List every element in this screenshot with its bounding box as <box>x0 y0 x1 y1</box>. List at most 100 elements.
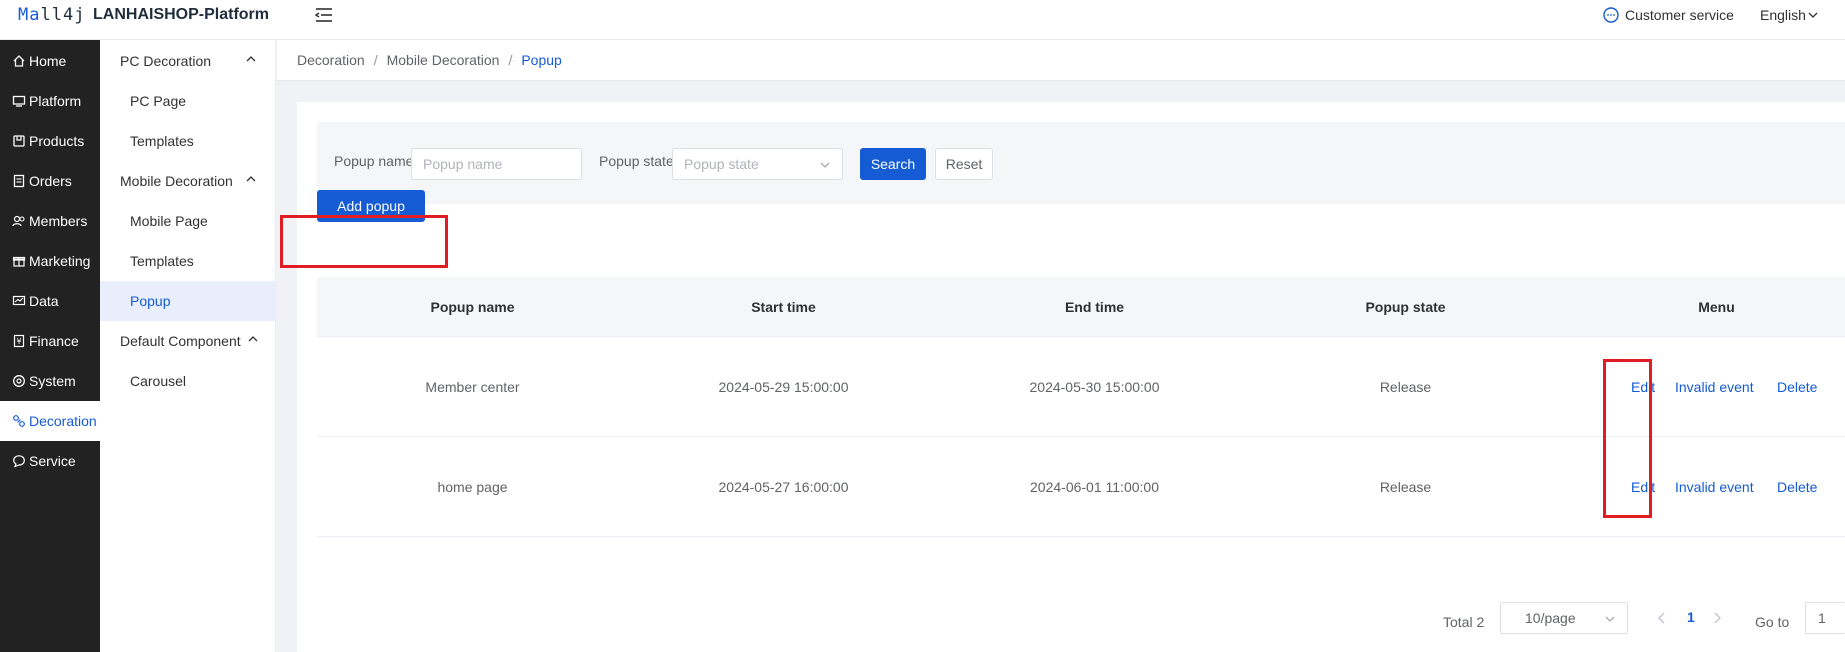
cell-start-time: 2024-05-27 16:00:00 <box>718 479 849 495</box>
home-icon <box>13 55 25 67</box>
breadcrumb-separator: / <box>373 52 378 68</box>
submenu-group-default-component[interactable]: Default Component <box>100 321 276 361</box>
submenu-item-label: Templates <box>130 253 194 269</box>
submenu-item-pc-page[interactable]: PC Page <box>100 81 276 121</box>
sidebar-item-finance[interactable]: ¥ Finance <box>0 321 100 361</box>
chevron-down-icon <box>820 162 830 168</box>
popup-name-input[interactable] <box>411 148 582 180</box>
page-number-current[interactable]: 1 <box>1687 609 1695 625</box>
delete-link[interactable]: Delete <box>1777 337 1817 437</box>
breadcrumb-item-mobile-decoration[interactable]: Mobile Decoration <box>387 52 500 68</box>
highlight-edit-column <box>1603 359 1652 518</box>
submenu-item-label: Popup <box>130 293 171 309</box>
cell-popup-state: Release <box>1379 379 1432 395</box>
sidebar-item-label: Products <box>29 133 85 149</box>
cell-popup-name: Member center <box>425 379 520 395</box>
cell-popup-name: home page <box>437 479 508 495</box>
sidebar-item-system[interactable]: System <box>0 361 100 401</box>
breadcrumb-item-popup: Popup <box>521 52 562 68</box>
sidebar-item-label: Orders <box>29 173 72 189</box>
language-label: English <box>1760 7 1806 23</box>
highlight-add-popup <box>280 215 448 268</box>
finance-icon: ¥ <box>13 334 25 348</box>
chevron-up-icon <box>246 56 256 62</box>
popup-state-select[interactable]: Popup state <box>672 148 843 180</box>
next-page-icon[interactable] <box>1710 609 1724 627</box>
page-size-select[interactable]: 10/page <box>1500 602 1628 634</box>
sidebar-item-label: Home <box>29 53 67 69</box>
breadcrumb-item-decoration[interactable]: Decoration <box>297 52 365 68</box>
column-header-popup-state: Popup state <box>1365 299 1446 315</box>
column-header-start-time: Start time <box>751 299 816 315</box>
reset-button[interactable]: Reset <box>935 148 993 180</box>
chevron-down-icon <box>1808 12 1818 18</box>
search-button[interactable]: Search <box>860 148 926 180</box>
sidebar-item-label: System <box>29 373 76 389</box>
sidebar-item-label: Marketing <box>29 253 91 269</box>
submenu-group-label: PC Decoration <box>120 53 212 69</box>
main-sidebar: Home Platform Products Orders Members Ma… <box>0 40 100 652</box>
goto-page-input[interactable] <box>1805 602 1845 634</box>
gear-icon <box>13 375 25 387</box>
cell-popup-state: Release <box>1379 479 1432 495</box>
submenu-group-label: Mobile Decoration <box>120 173 233 189</box>
goto-label: Go to <box>1755 614 1790 630</box>
submenu-item-mobile-templates[interactable]: Templates <box>100 241 276 281</box>
sidebar-item-data[interactable]: Data <box>0 281 100 321</box>
sidebar-item-label: Decoration <box>29 413 97 429</box>
prev-page-icon[interactable] <box>1655 609 1669 627</box>
submenu-item-label: Carousel <box>130 373 187 389</box>
sidebar-item-platform[interactable]: Platform <box>0 81 100 121</box>
chevron-down-icon <box>1605 616 1615 622</box>
column-header-menu: Menu <box>1698 299 1735 315</box>
cell-end-time: 2024-05-30 15:00:00 <box>1029 379 1160 395</box>
sidebar-item-decoration[interactable]: Decoration <box>0 401 100 441</box>
sidebar-item-label: Finance <box>29 333 79 349</box>
sidebar-item-label: Members <box>29 213 88 229</box>
submenu-item-carousel[interactable]: Carousel <box>100 361 276 401</box>
breadcrumb-separator: / <box>508 52 513 68</box>
submenu-group-label: Default Component <box>120 333 241 349</box>
document-icon <box>13 174 25 188</box>
column-header-popup-name: Popup name <box>430 299 515 315</box>
logo: Mall4j <box>18 5 86 25</box>
menu-collapse-icon[interactable] <box>313 6 335 24</box>
sidebar-item-orders[interactable]: Orders <box>0 161 100 201</box>
sidebar-item-members[interactable]: Members <box>0 201 100 241</box>
chart-icon <box>12 295 26 306</box>
popup-state-label: Popup state <box>599 153 674 169</box>
submenu-item-popup[interactable]: Popup <box>100 281 276 321</box>
app-title: LANHAISHOP-Platform <box>93 6 270 23</box>
sidebar-item-service[interactable]: Service <box>0 441 100 481</box>
delete-link[interactable]: Delete <box>1777 437 1817 537</box>
submenu-item-mobile-page[interactable]: Mobile Page <box>100 201 276 241</box>
sidebar-item-products[interactable]: Products <box>0 121 100 161</box>
brush-icon <box>13 415 25 427</box>
svg-text:¥: ¥ <box>16 337 21 346</box>
submenu-item-pc-templates[interactable]: Templates <box>100 121 276 161</box>
chevron-up-icon <box>248 336 258 342</box>
popup-name-label: Popup name <box>334 153 414 169</box>
customer-service-label: Customer service <box>1625 7 1734 23</box>
box-icon <box>13 135 25 147</box>
sidebar-item-marketing[interactable]: Marketing <box>0 241 100 281</box>
popup-state-placeholder: Popup state <box>684 156 759 172</box>
sidebar-item-label: Platform <box>29 93 82 109</box>
page-size-value: 10/page <box>1525 610 1576 626</box>
chat-bubble-icon <box>1603 7 1619 23</box>
invalid-event-link[interactable]: Invalid event <box>1675 437 1754 537</box>
chevron-up-icon <box>246 176 256 182</box>
submenu-group-mobile-decoration[interactable]: Mobile Decoration <box>100 161 276 201</box>
sidebar-item-home[interactable]: Home <box>0 41 100 81</box>
customer-service-link[interactable]: Customer service <box>1603 7 1734 23</box>
sub-menu: PC Decoration PC Page Templates Mobile D… <box>100 40 276 652</box>
table-header: Popup name Start time End time Popup sta… <box>317 277 1845 337</box>
column-header-end-time: End time <box>1064 299 1125 315</box>
top-header: Mall4j LANHAISHOP-Platform Customer serv… <box>0 0 1845 40</box>
invalid-event-link[interactable]: Invalid event <box>1675 337 1754 437</box>
submenu-item-label: Templates <box>130 133 194 149</box>
submenu-group-pc-decoration[interactable]: PC Decoration <box>100 41 276 81</box>
submenu-item-label: Mobile Page <box>130 213 208 229</box>
language-selector[interactable]: English <box>1760 7 1818 23</box>
sidebar-item-label: Data <box>29 293 59 309</box>
